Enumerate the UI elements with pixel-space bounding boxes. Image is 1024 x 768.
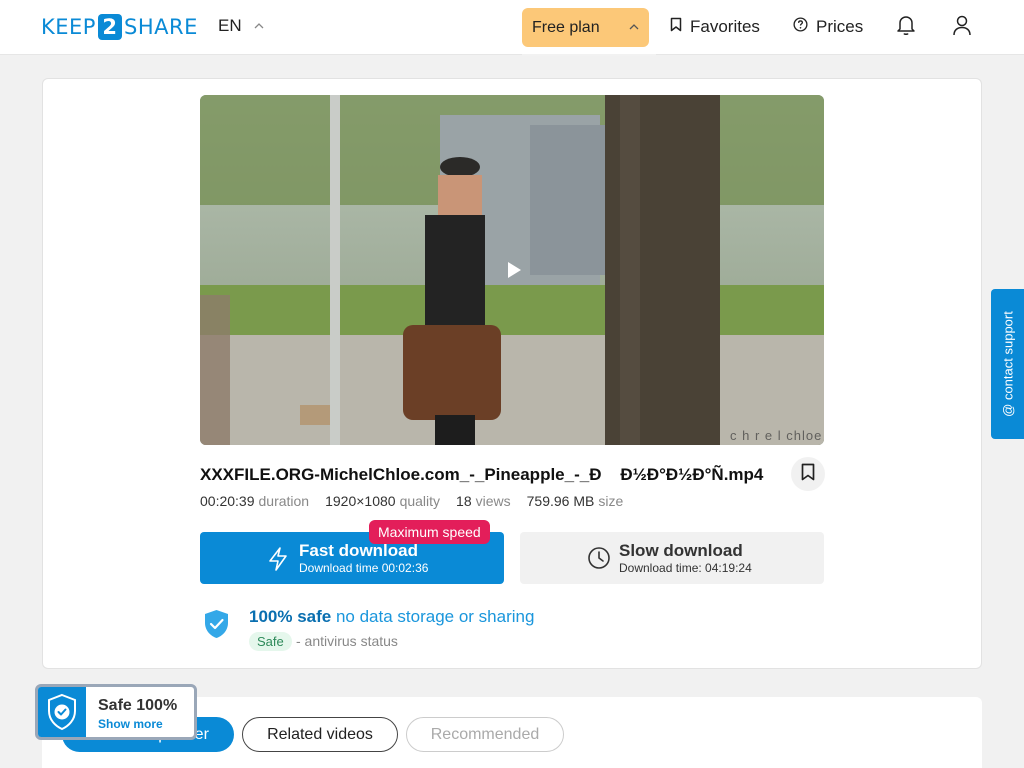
tab-recommended[interactable]: Recommended (406, 717, 564, 752)
file-meta: 00:20:39 duration 1920×1080 quality 18 view… (200, 493, 623, 509)
chevron-up-icon (629, 22, 639, 33)
video-watermark: c h r e l chloe (730, 428, 823, 443)
keep2share-logo[interactable]: KEEP 2 SHARE (41, 14, 198, 40)
contact-support-tab[interactable]: @ contact support (991, 289, 1024, 439)
lightning-icon (266, 546, 290, 577)
user-icon (952, 14, 972, 41)
max-speed-badge: Maximum speed (369, 520, 490, 544)
antivirus-badge: Safe (249, 632, 292, 651)
shield-check-icon (38, 687, 86, 737)
chevron-up-icon (254, 21, 264, 32)
favorites-label: Favorites (690, 17, 760, 36)
logo-right: SHARE (123, 15, 198, 39)
meta-size: 759.96 MB size (526, 493, 624, 509)
fast-download-time: Download time 00:02:36 (299, 561, 429, 575)
safety-statement: 100% safe no data storage or sharing (249, 607, 535, 626)
slow-download-title: Slow download (619, 541, 743, 560)
free-plan-label: Free plan (532, 18, 600, 36)
slow-download-button[interactable]: Slow download Download time: 04:19:24 (520, 532, 824, 584)
bookmark-icon (801, 463, 815, 486)
bookmark-icon (670, 17, 682, 37)
notifications-button[interactable] (893, 14, 919, 40)
tab-related-videos[interactable]: Related videos (242, 717, 398, 752)
question-circle-icon (793, 17, 808, 37)
favorites-link[interactable]: Favorites (670, 17, 760, 37)
shield-check-icon (203, 609, 230, 644)
meta-views: 18 views (456, 493, 511, 509)
play-icon[interactable] (504, 260, 524, 280)
logo-left: KEEP (41, 15, 96, 39)
meta-duration: 00:20:39 duration (200, 493, 310, 509)
prices-label: Prices (816, 17, 864, 36)
slow-download-time: Download time: 04:19:24 (619, 561, 752, 575)
bell-icon (896, 14, 916, 41)
language-label: EN (218, 16, 242, 35)
safe-widget-title: Safe 100% (98, 697, 178, 714)
contact-support-label: @ contact support (1000, 311, 1015, 417)
file-name: XXXFILE.ORG-MichelChloe.com_-_Pineapple_… (200, 465, 764, 484)
safe-widget[interactable]: Safe 100% Show more (35, 684, 197, 740)
bookmark-button[interactable] (791, 457, 825, 491)
show-more-link[interactable]: Show more (98, 717, 163, 731)
prices-link[interactable]: Prices (793, 17, 863, 37)
language-selector[interactable]: EN (218, 16, 264, 36)
antivirus-status: - antivirus status (296, 633, 398, 649)
account-button[interactable] (949, 14, 975, 40)
fast-download-title: Fast download (299, 541, 418, 560)
plan-underline (522, 54, 656, 56)
top-header: KEEP 2 SHARE EN Free plan Favorites Pric… (0, 0, 1024, 55)
free-plan-button[interactable]: Free plan (522, 8, 649, 47)
clock-icon (587, 546, 611, 575)
meta-quality: 1920×1080 quality (325, 493, 441, 509)
logo-mid: 2 (97, 14, 122, 40)
